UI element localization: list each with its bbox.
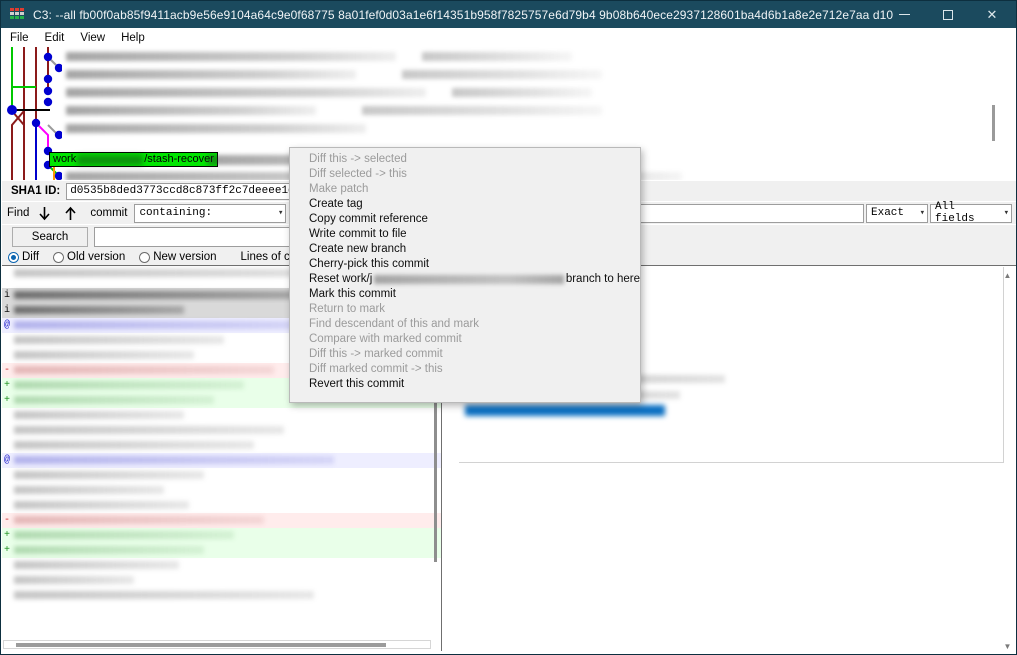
chevron-down-icon: ▾ [278,208,284,218]
find-next-button[interactable] [33,203,56,223]
branch-ref-redacted [77,154,144,165]
window-bottom-edge [1,651,1016,654]
radio-old-version-label: Old version [67,251,126,263]
window-title: C3: --all fb00f0ab85f9411acb9e56e9104a64… [33,7,893,22]
minimize-button[interactable] [882,1,926,28]
commit-list-scrollbar[interactable] [991,95,996,180]
maximize-button[interactable] [926,1,970,28]
branch-ref-suffix: /stash-recover [144,153,214,165]
menu-make-patch[interactable]: Make patch [290,182,640,197]
commit-list-scroll-thumb[interactable] [992,105,995,141]
diff-line-added: + [2,543,441,558]
radio-new-version[interactable]: New version [139,251,217,263]
menu-diff-marked-to-this[interactable]: Diff marked commit -> this [290,362,640,377]
radio-new-version-indicator [139,251,151,263]
gitk-icon [10,7,26,22]
list-item-selected[interactable] [449,404,1016,419]
minimize-icon [898,14,910,15]
diff-line [2,438,441,453]
menu-create-new-branch[interactable]: Create new branch [290,242,640,257]
diff-line [2,498,441,513]
menu-copy-commit-reference[interactable]: Copy commit reference [290,212,640,227]
menu-reset-redacted [374,275,564,284]
radio-old-version[interactable]: Old version [53,251,125,263]
radio-old-version-indicator [53,251,65,263]
maximize-icon [943,9,953,20]
diff-line [2,558,441,573]
match-type-value: Exact [871,207,905,219]
find-mode-dropdown[interactable]: containing: ▾ [134,203,287,223]
commit-row[interactable] [2,85,1002,103]
menu-reset-prefix: Reset work/j [309,273,373,285]
radio-new-version-label: New version [153,251,217,263]
menu-view[interactable]: View [73,31,112,45]
sha1-input[interactable]: d0535b8ded3773ccd8c873ff2c7deeee1ef5567f [66,182,307,200]
close-icon: ✕ [986,6,998,22]
diff-line [2,573,441,588]
branch-ref-label[interactable]: work/stash-recover [49,152,218,167]
scroll-up-icon[interactable]: ▲ [1002,270,1013,281]
menu-file[interactable]: File [3,31,36,45]
file-list-scrollbar[interactable]: ▲ ▼ [1002,270,1013,652]
menu-write-commit-to-file[interactable]: Write commit to file [290,227,640,242]
menu-revert-this-commit[interactable]: Revert this commit [290,377,640,392]
radio-diff-indicator [8,251,19,263]
diff-hscroll-thumb[interactable] [16,643,386,647]
branch-ref-prefix: work [53,153,77,165]
diff-line [2,423,441,438]
commit-context-menu[interactable]: Diff this -> selected Diff selected -> t… [289,147,641,403]
menu-bar: File Edit View Help [1,28,1016,47]
gitk-window: C3: --all fb00f0ab85f9411acb9e56e9104a64… [0,0,1017,655]
radio-diff[interactable]: Diff [8,251,39,263]
menu-edit[interactable]: Edit [38,31,72,45]
search-fields-dropdown[interactable]: All fields ▾ [930,201,1012,225]
diff-line [2,468,441,483]
chevron-down-icon: ▾ [919,208,925,218]
sha1-label: SHA1 ID: [11,185,61,197]
diff-line-removed: - [2,513,441,528]
menu-mark-this-commit[interactable]: Mark this commit [290,287,640,302]
menu-diff-this-to-marked[interactable]: Diff this -> marked commit [290,347,640,362]
search-fields-value: All fields [935,201,975,225]
down-arrow-icon [39,206,50,220]
find-label: Find [7,207,30,219]
chevron-down-icon: ▾ [1003,208,1009,218]
close-button[interactable]: ✕ [970,1,1014,28]
diff-line-hunk: @ [2,453,441,468]
diff-vertical-scrollbar[interactable] [433,372,438,654]
commit-label: commit [90,207,128,219]
diff-line-added: + [2,528,441,543]
find-mode-value: containing: [139,207,213,219]
commit-row[interactable] [2,121,1002,139]
diff-line [2,588,441,603]
commit-row[interactable] [2,103,1002,121]
menu-return-to-mark[interactable]: Return to mark [290,302,640,317]
match-type-dropdown[interactable]: Exact ▾ [866,203,928,223]
commit-row[interactable] [2,67,1002,85]
up-arrow-icon [65,206,76,220]
search-button[interactable]: Search [12,227,88,247]
menu-create-tag[interactable]: Create tag [290,197,640,212]
menu-reset-branch-to-here[interactable]: Reset work/j branch to here [290,272,640,287]
diff-horizontal-scrollbar[interactable] [3,640,431,649]
menu-help[interactable]: Help [114,31,152,45]
diff-line [2,483,441,498]
menu-diff-this-to-selected[interactable]: Diff this -> selected [290,152,640,167]
commit-row[interactable] [2,49,1002,67]
title-bar: C3: --all fb00f0ab85f9411acb9e56e9104a64… [1,1,1016,28]
menu-diff-selected-to-this[interactable]: Diff selected -> this [290,167,640,182]
find-prev-button[interactable] [59,203,82,223]
menu-compare-with-marked[interactable]: Compare with marked commit [290,332,640,347]
menu-cherry-pick[interactable]: Cherry-pick this commit [290,257,640,272]
menu-reset-suffix: branch to here [565,273,640,285]
diff-line [2,408,441,423]
menu-find-descendant[interactable]: Find descendant of this and mark [290,317,640,332]
radio-diff-label: Diff [22,251,40,263]
